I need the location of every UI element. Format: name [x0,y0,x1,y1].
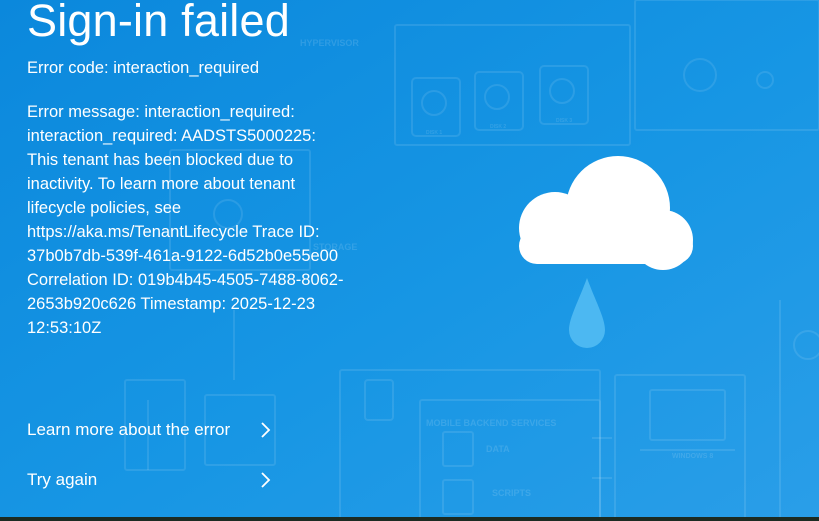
bg-label-disk2: DISK 2 [490,124,506,130]
try-again-label: Try again [27,470,98,489]
chevron-right-icon [261,472,271,488]
chevron-right-icon [261,422,271,438]
try-again-link[interactable]: Try again [27,466,272,494]
learn-more-link[interactable]: Learn more about the error [27,416,272,444]
error-code: Error code: interaction_required [27,59,260,77]
error-message: Error message: interaction_required: int… [27,103,344,337]
bg-label-scripts: SCRIPTS [492,488,531,498]
page-title: Sign-in failed [27,0,290,46]
bottom-bar [0,517,819,521]
bg-label-data: DATA [486,444,510,454]
bg-label-mobile-backend: MOBILE BACKEND SERVICES [426,418,556,428]
learn-more-label: Learn more about the error [27,420,231,439]
bg-label-windows: WINDOWS 8 [672,453,713,460]
cloud-rain-icon [519,156,693,348]
error-page: HYPERVISOR STORAGE MOBILE BACKEND SERVIC… [0,0,819,521]
bg-label-disk1: DISK 1 [426,130,442,136]
bg-label-disk3: DISK 3 [556,118,572,124]
bg-label-hypervisor: HYPERVISOR [300,38,359,48]
